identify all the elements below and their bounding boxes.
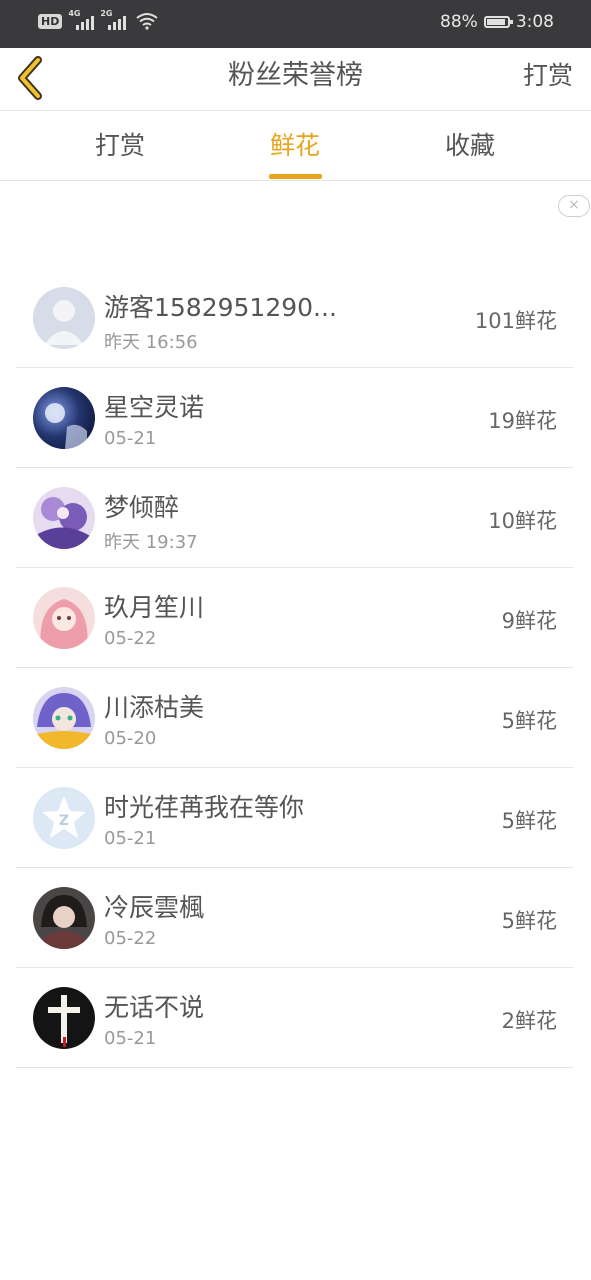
fan-time: 05-22 — [104, 628, 157, 649]
list-item[interactable]: 玖月笙川 05-22 9鲜花 — [16, 568, 573, 668]
tip-button[interactable]: 打赏 — [523, 48, 573, 110]
battery-percent: 88% — [440, 12, 478, 32]
flower-count: 10鲜花 — [488, 509, 557, 533]
fan-time: 05-21 — [104, 1028, 157, 1049]
flower-count: 5鲜花 — [501, 709, 557, 733]
night-sky-avatar — [33, 387, 95, 449]
list-item[interactable]: Z 时光荏苒我在等你 05-21 5鲜花 — [16, 768, 573, 868]
fan-name: 无话不说 — [104, 993, 205, 1022]
fan-ranking-list: 游客1582951290... 昨天 16:56 101鲜花 星空灵诺 05-2… — [16, 268, 573, 1068]
fan-name: 玖月笙川 — [104, 593, 205, 622]
fan-time: 05-21 — [104, 428, 157, 449]
svg-text:Z: Z — [59, 813, 69, 829]
anime-purple-avatar — [33, 487, 95, 549]
fan-name: 游客1582951290... — [104, 293, 337, 322]
qq-star-avatar: Z — [33, 787, 95, 849]
signal-label: 2G — [100, 9, 113, 18]
tab-bar: 打赏 鲜花 收藏 — [0, 111, 591, 181]
fan-name: 川添枯美 — [104, 693, 205, 722]
active-tab-indicator — [269, 174, 322, 179]
status-bar-left: HD 4G 2G — [38, 9, 158, 30]
list-item[interactable]: 冷辰雲楓 05-22 5鲜花 — [16, 868, 573, 968]
clock: 3:08 — [515, 12, 554, 32]
flower-count: 101鲜花 — [474, 309, 557, 333]
flower-count: 2鲜花 — [501, 1009, 557, 1033]
signal-icon: 4G — [68, 9, 95, 30]
tab-flowers[interactable]: 鲜花 — [235, 111, 355, 180]
fan-name: 冷辰雲楓 — [104, 893, 205, 922]
anime-dark-avatar — [33, 887, 95, 949]
fan-name: 时光荏苒我在等你 — [104, 793, 305, 822]
flower-count: 9鲜花 — [501, 609, 557, 633]
battery-level — [486, 19, 505, 25]
list-item[interactable]: 星空灵诺 05-21 19鲜花 — [16, 368, 573, 468]
fan-time: 昨天 16:56 — [104, 332, 198, 353]
top-app-bar: 粉丝荣誉榜 打赏 — [0, 48, 591, 111]
list-item[interactable]: 无话不说 05-21 2鲜花 — [16, 968, 573, 1068]
fan-time: 05-20 — [104, 728, 157, 749]
list-item[interactable]: 川添枯美 05-20 5鲜花 — [16, 668, 573, 768]
battery-icon — [483, 16, 513, 28]
close-icon[interactable]: × — [558, 195, 590, 217]
tab-favorites[interactable]: 收藏 — [410, 111, 530, 180]
anime-pink-avatar — [33, 587, 95, 649]
default-person-avatar — [33, 287, 95, 349]
status-bar: HD 4G 2G 88% 3:08 — [0, 0, 591, 48]
signal-label: 4G — [68, 9, 81, 18]
fan-time: 昨天 19:37 — [104, 532, 198, 553]
tab-tip[interactable]: 打赏 — [60, 111, 180, 180]
hd-badge: HD — [38, 13, 63, 29]
flower-count: 19鲜花 — [488, 409, 557, 433]
flower-count: 5鲜花 — [501, 909, 557, 933]
list-item[interactable]: 梦倾醉 昨天 19:37 10鲜花 — [16, 468, 573, 568]
anime-blue-hair-avatar — [33, 687, 95, 749]
fan-name: 梦倾醉 — [104, 493, 180, 522]
flower-count: 5鲜花 — [501, 809, 557, 833]
fan-time: 05-21 — [104, 828, 157, 849]
wifi-icon — [136, 13, 158, 30]
fan-time: 05-22 — [104, 928, 157, 949]
signal-icon: 2G — [100, 9, 127, 30]
list-item[interactable]: 游客1582951290... 昨天 16:56 101鲜花 — [16, 268, 573, 368]
cross-avatar — [33, 987, 95, 1049]
status-bar-right: 88% 3:08 — [440, 12, 554, 32]
page-title: 粉丝荣誉榜 — [228, 60, 363, 91]
fan-name: 星空灵诺 — [104, 393, 205, 422]
